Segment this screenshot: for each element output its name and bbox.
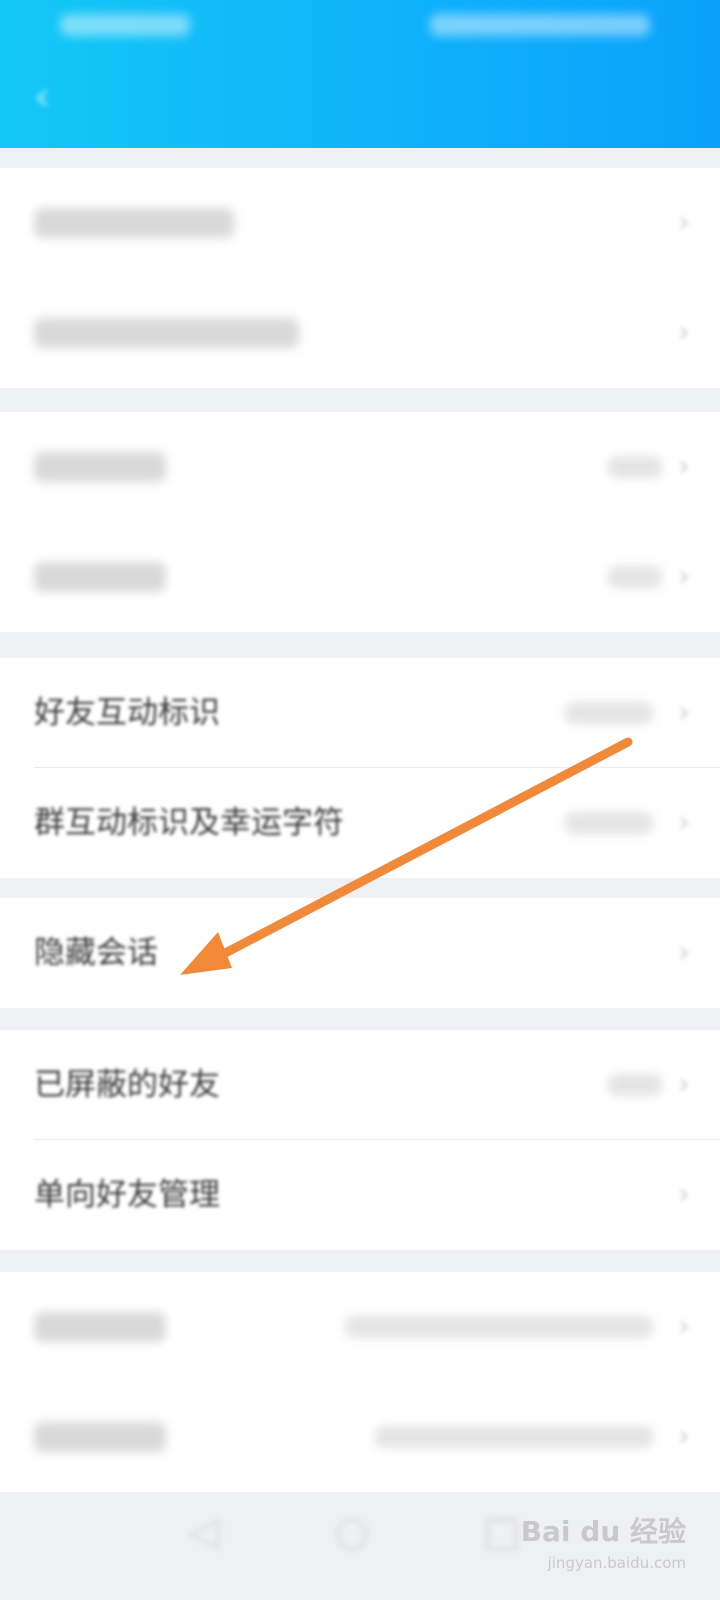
chevron-right-icon: ›: [678, 559, 690, 594]
chevron-right-icon: ›: [678, 1067, 690, 1102]
blocked-friends-row[interactable]: 已屏蔽的好友 ›: [0, 1030, 720, 1140]
settings-row[interactable]: ›: [0, 278, 720, 388]
baidu-jingyan-watermark: Bai du 经验 jingyan.baidu.com: [521, 1500, 686, 1590]
settings-group-2: › ›: [0, 412, 720, 632]
watermark-brand: Bai du 经验: [520, 1515, 686, 1548]
chevron-right-icon: ›: [678, 1419, 690, 1454]
chevron-right-icon: ›: [678, 695, 690, 730]
settings-row-label: 好友互动标识: [34, 695, 220, 731]
settings-row[interactable]: ›: [0, 168, 720, 278]
chevron-right-icon: ›: [678, 805, 690, 840]
chevron-right-icon: ›: [678, 449, 690, 484]
settings-row[interactable]: ›: [0, 522, 720, 632]
status-bar: [0, 0, 720, 50]
chevron-right-icon: ›: [678, 1177, 690, 1212]
settings-group-friends: 已屏蔽的好友 › 单向好友管理 ›: [0, 1030, 720, 1250]
recents-square-icon[interactable]: □: [480, 1510, 524, 1554]
home-circle-icon[interactable]: ○: [330, 1510, 374, 1554]
back-triangle-icon[interactable]: ◁: [182, 1510, 226, 1554]
settings-row[interactable]: ›: [0, 412, 720, 522]
settings-row-label: 单向好友管理: [34, 1177, 220, 1213]
one-way-friends-row[interactable]: 单向好友管理 ›: [0, 1140, 720, 1250]
chevron-right-icon: ›: [678, 315, 690, 350]
settings-row[interactable]: ›: [0, 1382, 720, 1492]
settings-row[interactable]: ›: [0, 1272, 720, 1382]
app-header: ‹: [0, 0, 720, 148]
chevron-right-icon: ›: [678, 935, 690, 970]
group-interaction-mark-row[interactable]: 群互动标识及幸运字符 ›: [0, 768, 720, 878]
settings-group-interaction: 好友互动标识 › 群互动标识及幸运字符 ›: [0, 658, 720, 878]
settings-row-label: 已屏蔽的好友: [34, 1067, 220, 1103]
settings-group-6: › ›: [0, 1272, 720, 1492]
friend-interaction-mark-row[interactable]: 好友互动标识 ›: [0, 658, 720, 768]
settings-row-label: 隐藏会话: [34, 935, 158, 971]
chevron-right-icon: ›: [678, 1309, 690, 1344]
hidden-conversations-row[interactable]: 隐藏会话 ›: [0, 898, 720, 1008]
settings-group-hidden: 隐藏会话 ›: [0, 898, 720, 1008]
watermark-url: jingyan.baidu.com: [547, 1554, 686, 1572]
chevron-right-icon: ›: [678, 205, 690, 240]
settings-row-label: 群互动标识及幸运字符: [34, 805, 344, 841]
back-arrow-icon[interactable]: ‹: [22, 72, 62, 122]
settings-group-1: › ›: [0, 168, 720, 388]
